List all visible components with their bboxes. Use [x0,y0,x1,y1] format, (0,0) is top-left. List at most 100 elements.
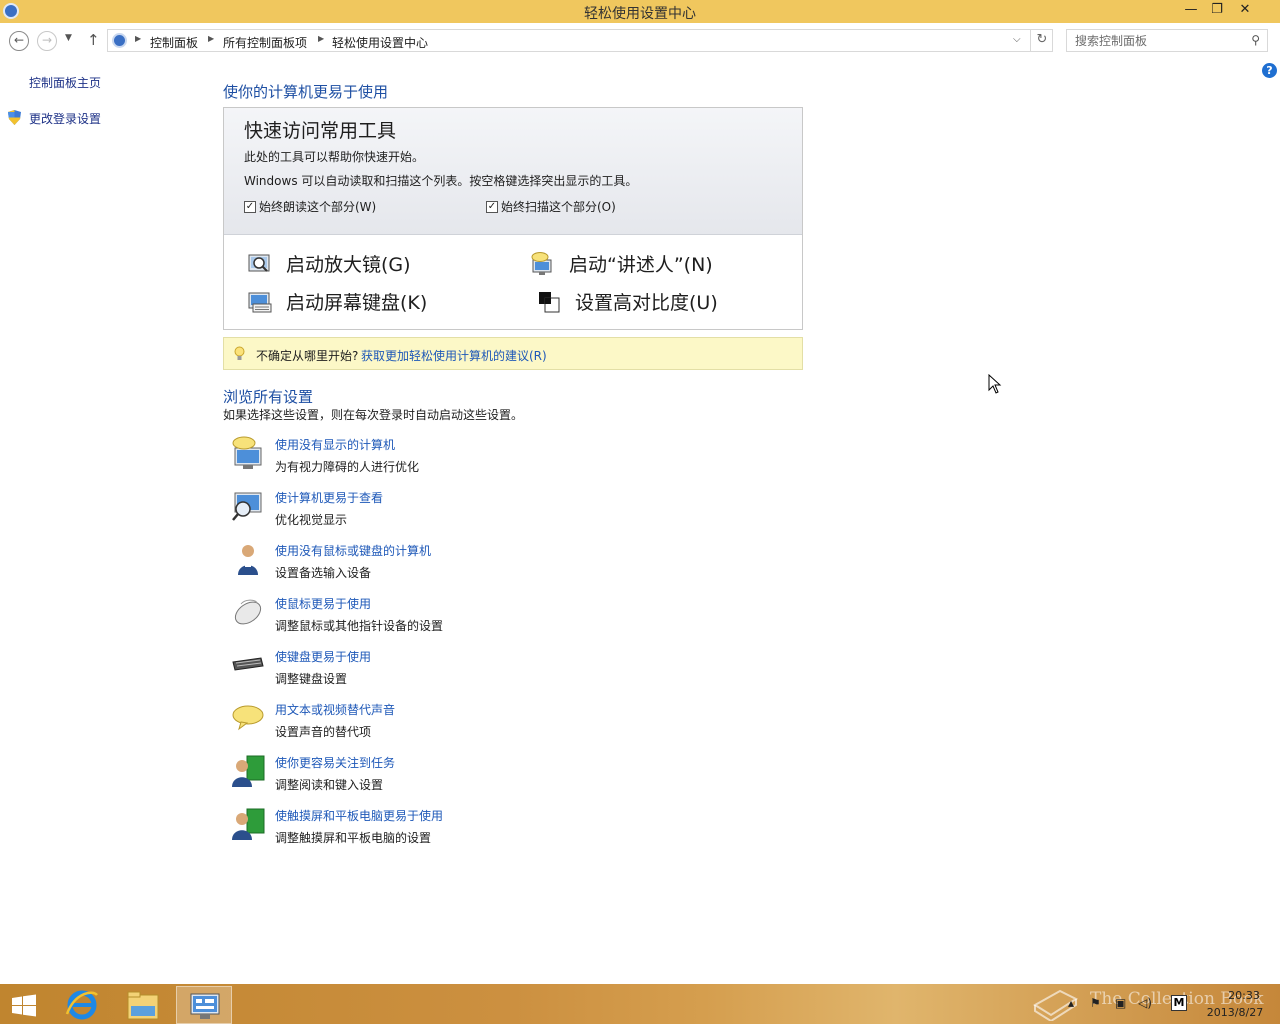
tip-text: 不确定从哪里开始? [256,349,359,363]
mouse-cursor-icon [988,374,1002,394]
network-icon[interactable]: ▣ [1115,996,1126,1010]
user-touch-icon [232,808,265,840]
forward-button[interactable]: → [37,31,57,51]
shield-icon [8,110,21,125]
quick-access-instructions: Windows 可以自动读取和扫描这个列表。按空格键选择突出显示的工具。 [244,174,638,188]
search-icon[interactable]: ⚲ [1251,33,1260,47]
search-input[interactable] [1075,30,1245,51]
minimize-button[interactable]: — [1178,0,1204,22]
always-scan-checkbox[interactable]: ✓ 始终扫描这个部分(O) [486,198,616,215]
quick-access-title: 快速访问常用工具 [244,120,397,142]
mouse-icon [234,599,262,625]
address-bar[interactable]: ▶ 控制面板 ▶ 所有控制面板项 ▶ 轻松使用设置中心 ⌵ ↻ [107,29,1053,52]
clock-time[interactable]: 20:33 [1219,989,1269,1002]
setting-description: 调整阅读和键入设置 [275,778,384,792]
quick-access-panel: 快速访问常用工具 此处的工具可以帮助你快速开始。 Windows 可以自动读取和… [223,107,803,330]
breadcrumb-ease-of-access[interactable]: 轻松使用设置中心 [332,34,428,51]
browse-settings-subtitle: 如果选择这些设置，则在每次登录时自动启动这些设置。 [223,408,524,422]
list-item: 使触摸屏和平板电脑更易于使用 调整触摸屏和平板电脑的设置 [231,807,631,851]
setting-description: 调整键盘设置 [275,672,348,686]
window-title: 轻松使用设置中心 [584,6,696,22]
sidebar-item-control-panel-home[interactable]: 控制面板主页 [29,74,101,91]
monitor-speech-icon [232,436,262,469]
sidebar-item-change-login-settings[interactable]: 更改登录设置 [29,110,101,127]
setting-link[interactable]: 使键盘更易于使用 [275,648,371,665]
breadcrumb-all-items[interactable]: 所有控制面板项 [223,34,307,51]
breadcrumb-control-panel[interactable]: 控制面板 [150,34,198,51]
quick-access-description: 此处的工具可以帮助你快速开始。 [244,150,425,164]
input-method-indicator[interactable]: M [1171,995,1187,1011]
title-bar: 轻松使用设置中心 — ❐ ✕ [0,0,1280,23]
start-on-screen-keyboard-label: 启动屏幕键盘(K) [286,292,428,314]
setting-link[interactable]: 使计算机更易于查看 [275,489,383,506]
volume-icon[interactable]: ◁) [1138,996,1152,1010]
restore-button[interactable]: ❐ [1204,0,1230,22]
list-item: 使计算机更易于查看 优化视觉显示 [231,489,631,533]
lightbulb-icon [234,346,245,360]
address-row: ← → ▼ ↑ ▶ 控制面板 ▶ 所有控制面板项 ▶ 轻松使用设置中心 ⌵ ↻ … [0,23,1280,58]
on-screen-keyboard-icon [248,292,272,312]
checkbox-checked-icon[interactable]: ✓ [244,200,256,213]
setting-link[interactable]: 使触摸屏和平板电脑更易于使用 [275,807,443,824]
setting-link[interactable]: 使用没有鼠标或键盘的计算机 [275,542,431,559]
speech-bubble-icon [232,705,264,731]
internet-explorer-button[interactable] [55,986,111,1024]
start-magnifier-button[interactable]: 启动放大镜(G) [248,250,411,277]
setting-link[interactable]: 使你更容易关注到任务 [275,754,395,771]
windows-logo-icon [12,994,36,1017]
list-item: 使鼠标更易于使用 调整鼠标或其他指针设备的设置 [231,595,631,639]
back-button[interactable]: ← [9,31,29,51]
file-explorer-button[interactable] [117,986,173,1024]
magnifier-icon [248,254,270,272]
taskbar [0,984,1280,1024]
close-button[interactable]: ✕ [1232,0,1258,22]
setting-link[interactable]: 使用没有显示的计算机 [275,436,395,453]
setting-description: 设置声音的替代项 [275,725,372,739]
start-magnifier-label: 启动放大镜(G) [286,254,411,276]
control-panel-icon [112,33,127,48]
internet-explorer-icon [65,990,98,1020]
narrator-icon [531,251,552,275]
refresh-button[interactable]: ↻ [1030,30,1053,51]
start-button[interactable] [0,986,48,1024]
person-icon [238,545,258,575]
chevron-down-icon[interactable]: ⌵ [1013,34,1021,45]
chevron-right-icon[interactable]: ▶ [208,34,214,43]
keyboard-icon [232,657,264,671]
list-item: 使用没有鼠标或键盘的计算机 设置备选输入设备 [231,542,631,586]
monitor-magnifier-icon [232,492,262,521]
help-icon[interactable]: ? [1262,63,1277,78]
control-panel-taskbar-button[interactable] [176,986,232,1024]
quick-access-header: 快速访问常用工具 此处的工具可以帮助你快速开始。 Windows 可以自动读取和… [224,108,802,235]
folder-icon [127,991,159,1020]
start-narrator-button[interactable]: 启动“讲述人”(N) [531,250,713,277]
chevron-right-icon[interactable]: ▶ [135,34,141,43]
get-recommendations-link[interactable]: 获取更加轻松使用计算机的建议(R) [361,347,547,364]
setting-link[interactable]: 使鼠标更易于使用 [275,595,371,612]
always-scan-label: 始终扫描这个部分(O) [501,200,616,214]
action-center-flag-icon[interactable]: ⚑ [1090,996,1101,1010]
set-high-contrast-button[interactable]: 设置高对比度(U) [537,288,718,315]
browse-settings-title: 浏览所有设置 [223,388,314,406]
setting-link[interactable]: 用文本或视频替代声音 [275,701,395,718]
search-box[interactable]: ⚲ [1066,29,1268,52]
setting-description: 调整触摸屏和平板电脑的设置 [275,831,432,845]
start-on-screen-keyboard-button[interactable]: 启动屏幕键盘(K) [248,288,427,315]
checkbox-checked-icon[interactable]: ✓ [486,200,498,213]
user-task-icon [232,755,265,787]
high-contrast-icon [539,291,560,312]
setting-description: 设置备选输入设备 [275,566,372,580]
list-item: 使你更容易关注到任务 调整阅读和键入设置 [231,754,631,798]
list-item: 使用没有显示的计算机 为有视力障碍的人进行优化 [231,436,631,480]
start-narrator-label: 启动“讲述人”(N) [569,254,713,276]
clock-date[interactable]: 2013/8/27 [1203,1006,1267,1019]
set-high-contrast-label: 设置高对比度(U) [575,292,718,314]
up-button[interactable]: ↑ [87,31,100,49]
setting-description: 调整鼠标或其他指针设备的设置 [275,619,444,633]
always-read-checkbox[interactable]: ✓ 始终朗读这个部分(W) [244,198,376,215]
always-read-label: 始终朗读这个部分(W) [259,200,377,214]
recent-locations-button[interactable]: ▼ [65,33,72,43]
show-hidden-icons-icon[interactable]: ▴ [1068,996,1074,1010]
chevron-right-icon[interactable]: ▶ [318,34,324,43]
tip-bar: 不确定从哪里开始? 获取更加轻松使用计算机的建议(R) [223,337,803,370]
